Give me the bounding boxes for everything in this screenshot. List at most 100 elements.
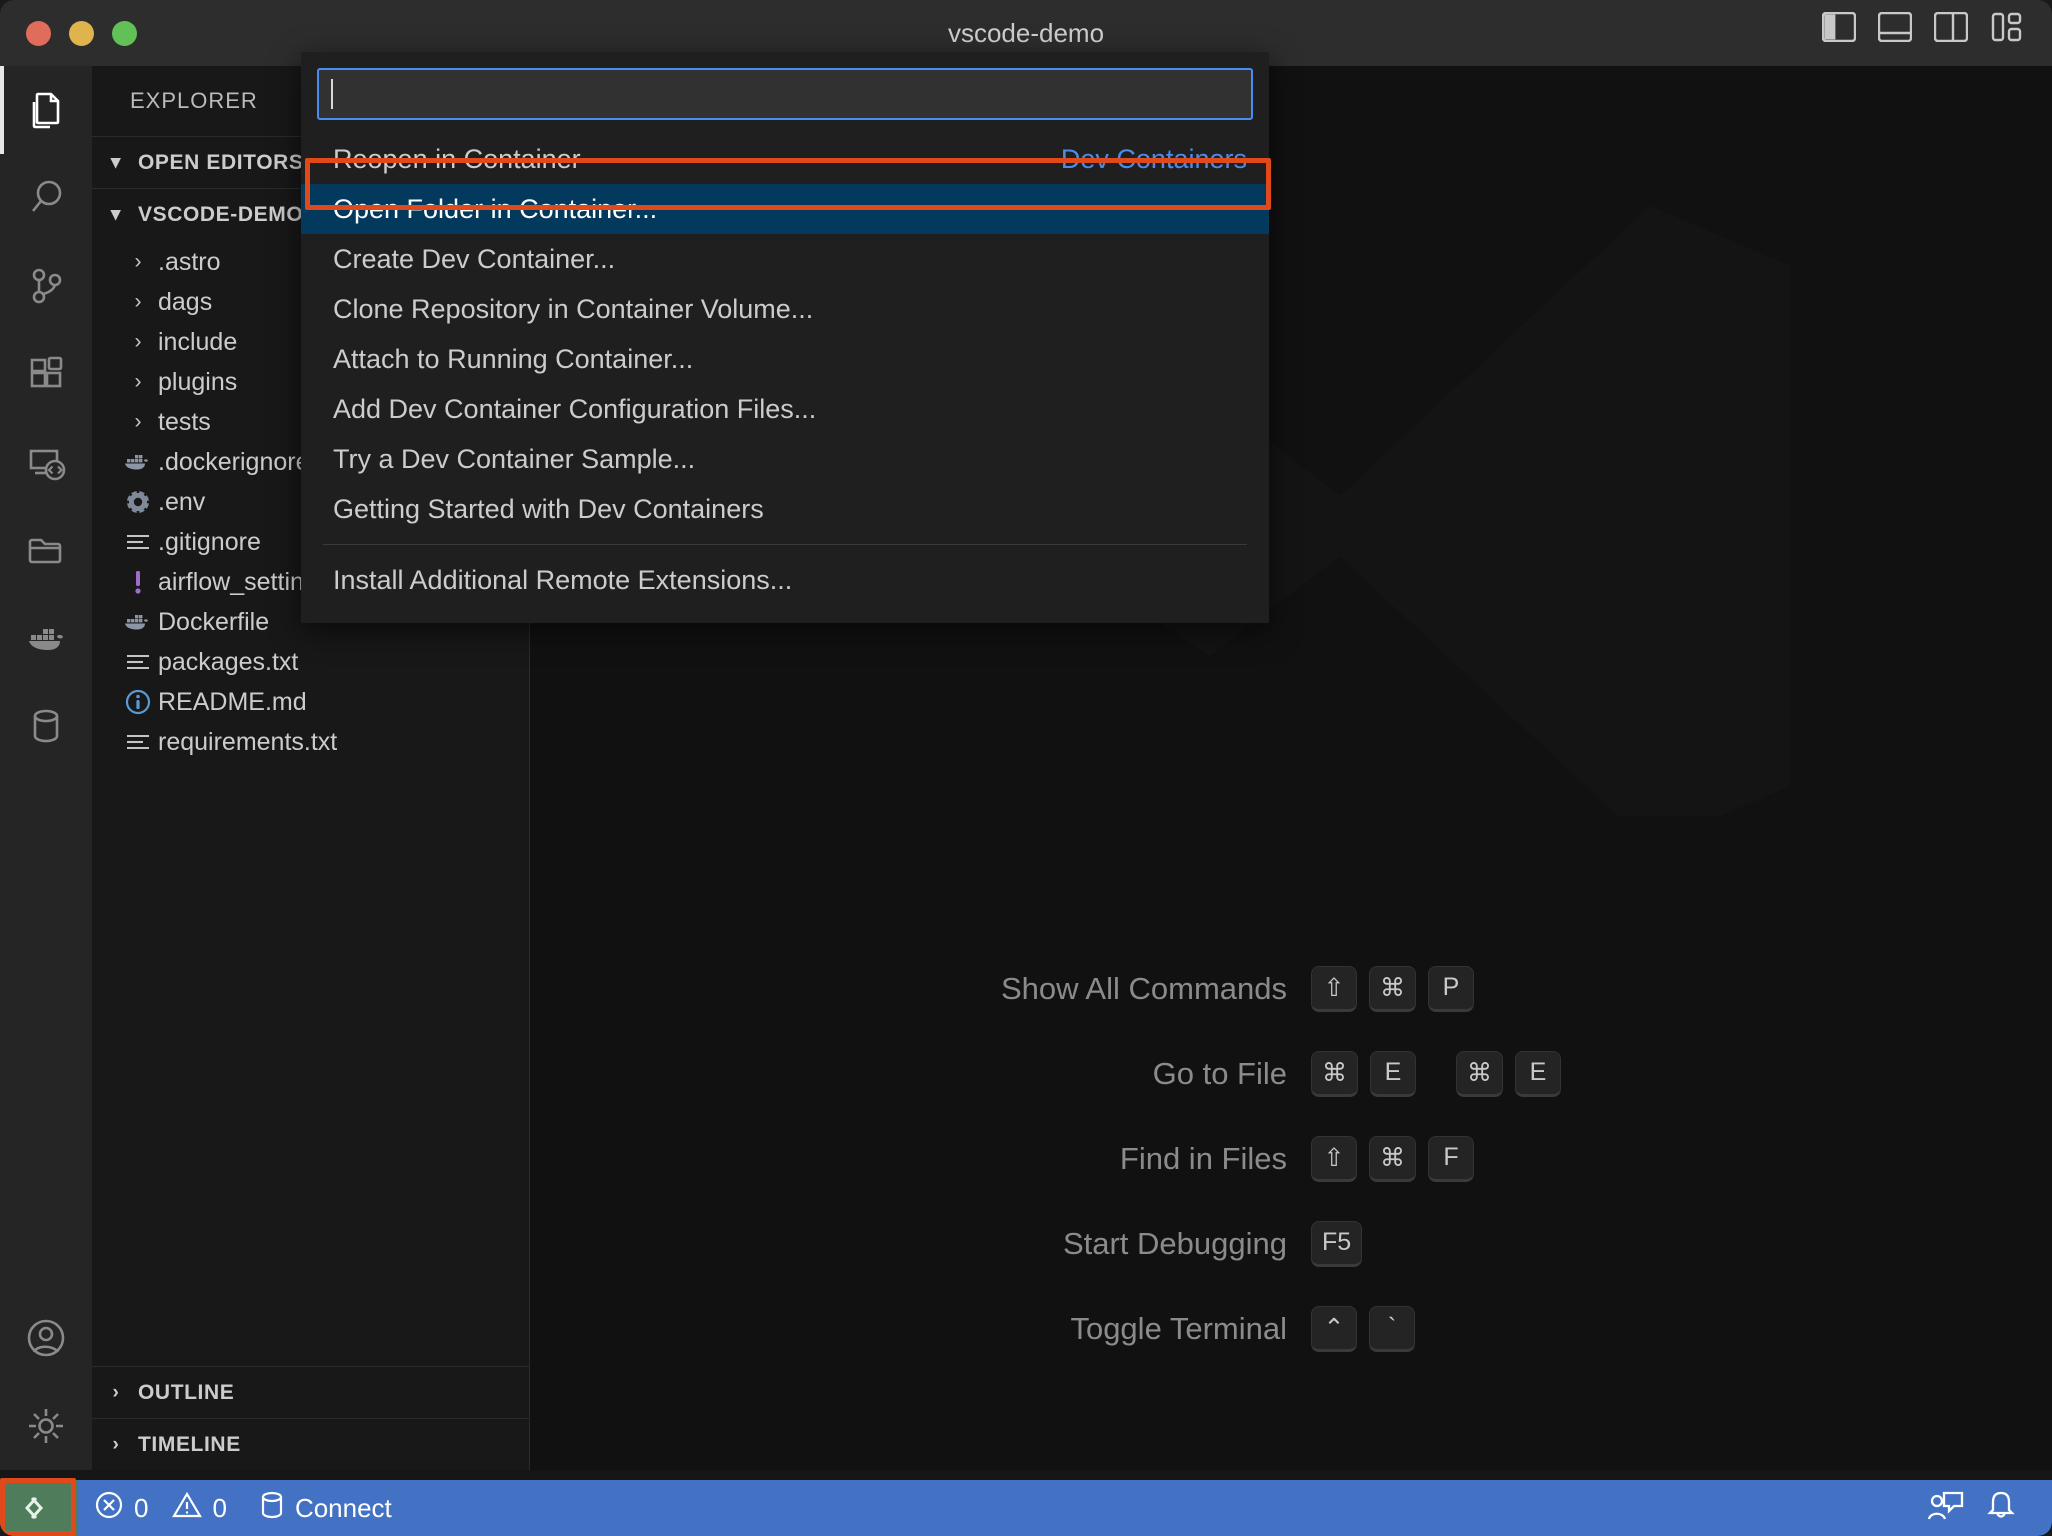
sidebar-item-folder-explorer[interactable] — [0, 506, 92, 594]
sidebar-item-extensions[interactable] — [0, 330, 92, 418]
section-timeline[interactable]: › TIMELINE — [92, 1418, 530, 1470]
chevron-right-icon[interactable]: › — [118, 330, 158, 354]
section-outline[interactable]: › OUTLINE — [92, 1366, 530, 1418]
toggle-secondary-sidebar-icon[interactable] — [1934, 12, 1968, 42]
traffic-lights — [26, 20, 137, 46]
database-icon — [259, 1490, 285, 1527]
tree-row[interactable]: README.md — [92, 682, 529, 722]
chevron-right-icon[interactable]: › — [118, 290, 158, 314]
command-item-create-dev-container[interactable]: Create Dev Container... — [301, 234, 1269, 284]
file-name: .astro — [158, 247, 221, 276]
tree-row[interactable]: requirements.txt — [92, 722, 529, 762]
section-open-editors-label: OPEN EDITORS — [138, 150, 304, 174]
window-title: vscode-demo — [947, 17, 1105, 48]
remote-indicator-button[interactable] — [0, 1480, 78, 1536]
shortcut-row: Find in Files ⇧ ⌘ F — [530, 1116, 2052, 1201]
command-item-label: Reopen in Container — [333, 143, 581, 174]
sidebar-item-explorer[interactable] — [0, 66, 92, 154]
command-item-label: Create Dev Container... — [333, 243, 616, 274]
shortcut-label: Show All Commands — [1000, 970, 1287, 1006]
command-item-category: Dev Containers — [1060, 143, 1247, 174]
shortcut-keys: F5 — [1311, 1220, 1831, 1267]
shortcut-label: Find in Files — [1119, 1140, 1287, 1176]
key-cap: ⇧ — [1311, 1135, 1357, 1182]
command-item-getting-started-with-dev-containers[interactable]: Getting Started with Dev Containers — [301, 484, 1269, 534]
file-name: Dockerfile — [158, 607, 270, 636]
database-connect-label: Connect — [294, 1492, 392, 1523]
key-cap: ⌘ — [1311, 1050, 1358, 1097]
key-cap: ⌘ — [1369, 965, 1416, 1012]
yaml-exclamation-icon — [118, 568, 158, 596]
sidebar-item-source-control[interactable] — [0, 242, 92, 330]
sidebar-item-search[interactable] — [0, 154, 92, 242]
key-cap: E — [1515, 1050, 1561, 1097]
chevron-right-icon[interactable]: › — [118, 370, 158, 394]
text-caret — [331, 79, 333, 109]
customize-layout-icon[interactable] — [1990, 12, 2024, 42]
toggle-panel-icon[interactable] — [1878, 12, 1912, 42]
sidebar-bottom-sections: › OUTLINE › TIMELINE — [92, 1366, 530, 1470]
command-palette: Reopen in Container Dev Containers Open … — [301, 52, 1269, 623]
minimize-window-button[interactable] — [69, 20, 94, 46]
command-item-add-dev-container-configuration-files[interactable]: Add Dev Container Configuration Files... — [301, 384, 1269, 434]
remote-arrows-icon — [24, 1496, 44, 1520]
close-window-button[interactable] — [26, 20, 51, 46]
key-cap: ⇧ — [1311, 965, 1357, 1012]
bell-icon[interactable] — [1984, 1489, 2018, 1528]
command-item-open-folder-in-container[interactable]: Open Folder in Container... — [301, 184, 1269, 234]
chevron-right-icon[interactable]: › — [118, 410, 158, 434]
gear-icon — [118, 488, 158, 516]
shortcut-row: Go to File ⌘ E ⌘ E — [530, 1031, 2052, 1116]
file-name: packages.txt — [158, 647, 299, 676]
accounts-button[interactable] — [0, 1294, 92, 1382]
file-name: requirements.txt — [158, 727, 338, 756]
shortcut-row: Start Debugging F5 — [530, 1201, 2052, 1286]
chevron-down-icon: ▾ — [110, 204, 122, 225]
toggle-primary-sidebar-icon[interactable] — [1822, 12, 1856, 42]
docker-whale-icon — [118, 609, 158, 635]
docker-whale-icon — [118, 449, 158, 475]
key-cap: P — [1428, 965, 1474, 1012]
file-name: include — [158, 327, 238, 356]
file-name: tests — [158, 407, 211, 436]
command-palette-separator — [323, 544, 1247, 545]
key-cap: ⌃ — [1311, 1305, 1357, 1352]
section-outline-label: OUTLINE — [138, 1380, 235, 1404]
command-item-clone-repository-in-container-volume[interactable]: Clone Repository in Container Volume... — [301, 284, 1269, 334]
key-cap: F5 — [1311, 1220, 1363, 1267]
vscode-window: vscode-demo EXPLORER ▾ OPEN EDITORS ▾ VS… — [0, 0, 2052, 1536]
file-name: plugins — [158, 367, 238, 396]
maximize-window-button[interactable] — [112, 20, 137, 46]
info-circle-icon — [118, 688, 158, 716]
problems-status-item[interactable]: 0 0 — [78, 1480, 243, 1536]
manage-settings-button[interactable] — [0, 1382, 92, 1470]
chevron-right-icon: › — [112, 1433, 120, 1455]
command-item-try-a-dev-container-sample[interactable]: Try a Dev Container Sample... — [301, 434, 1269, 484]
chevron-right-icon[interactable]: › — [118, 250, 158, 274]
shortcut-keys: ⇧ ⌘ P — [1311, 965, 1831, 1012]
command-item-label: Open Folder in Container... — [333, 193, 658, 224]
key-cap: ` — [1369, 1305, 1415, 1352]
file-name: dags — [158, 287, 213, 316]
tree-row[interactable]: packages.txt — [92, 642, 529, 682]
database-connect-status-item[interactable]: Connect — [243, 1480, 408, 1536]
lines-icon — [118, 531, 158, 553]
chevron-down-icon: ▾ — [110, 152, 122, 173]
sidebar-item-remote-explorer[interactable] — [0, 418, 92, 506]
shortcut-label: Go to File — [1152, 1055, 1287, 1091]
sidebar-item-docker[interactable] — [0, 594, 92, 682]
sidebar-item-database[interactable] — [0, 682, 92, 770]
lines-icon — [118, 731, 158, 753]
file-name: .env — [158, 487, 206, 516]
command-item-attach-to-running-container[interactable]: Attach to Running Container... — [301, 334, 1269, 384]
command-item-reopen-in-container[interactable]: Reopen in Container Dev Containers — [301, 134, 1269, 184]
command-item-install-additional-remote-extensions[interactable]: Install Additional Remote Extensions... — [301, 555, 1269, 605]
command-item-label: Add Dev Container Configuration Files... — [333, 393, 817, 424]
feedback-person-icon[interactable] — [1926, 1489, 1966, 1528]
section-vscode-demo-label: VSCODE-DEMO — [138, 202, 304, 226]
shortcut-keys: ⌘ E ⌘ E — [1311, 1050, 1831, 1097]
chevron-right-icon: › — [112, 1381, 120, 1403]
shortcut-keys: ⌃ ` — [1311, 1305, 1831, 1352]
command-palette-input[interactable] — [317, 68, 1253, 120]
command-item-label: Try a Dev Container Sample... — [333, 443, 696, 474]
